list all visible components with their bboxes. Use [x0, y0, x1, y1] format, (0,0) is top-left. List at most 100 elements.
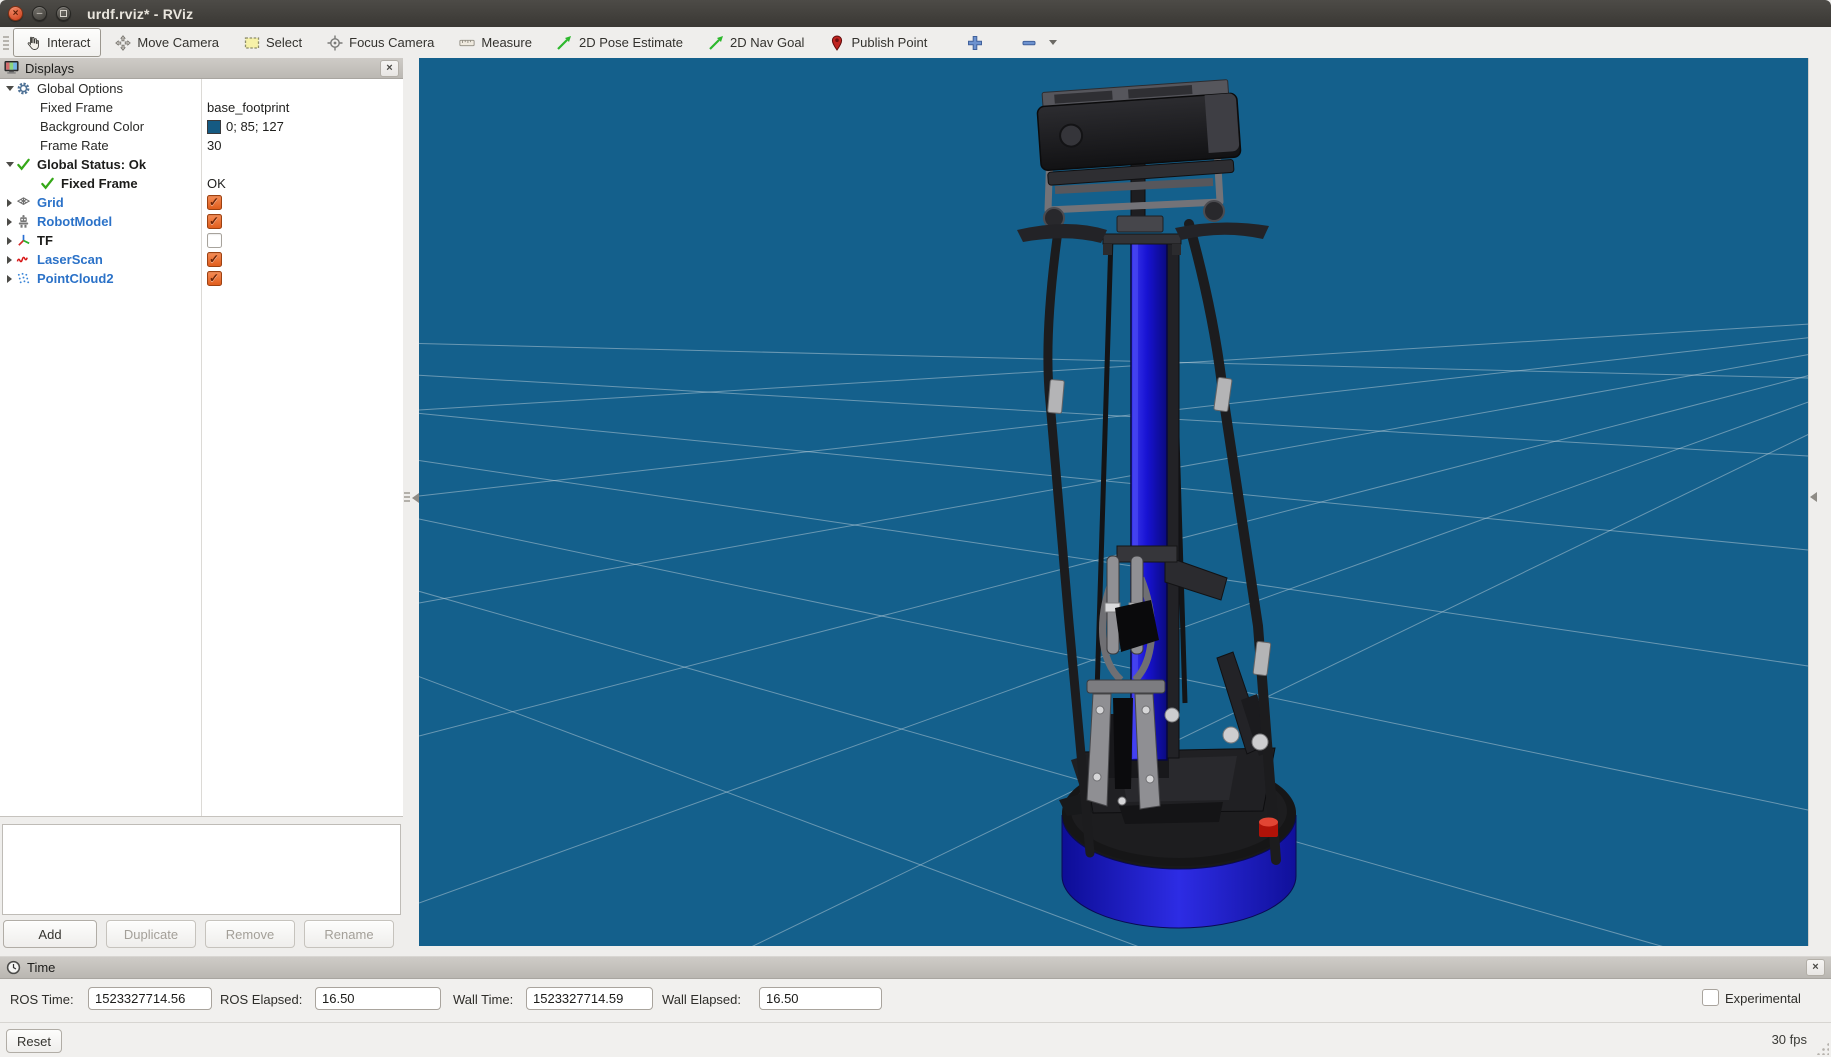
expander-collapsed-icon[interactable] [3, 218, 16, 226]
enabled-checkbox[interactable] [207, 195, 222, 210]
ros-time-input[interactable] [88, 987, 212, 1010]
tool-interact[interactable]: Interact [13, 28, 101, 57]
right-panel-splitter[interactable] [1808, 58, 1831, 946]
toolbar: Interact Move Camera SelectFocus CameraMea… [0, 27, 1831, 59]
property-value[interactable] [207, 231, 222, 250]
time-panel-title: Time [27, 960, 55, 975]
fps-counter: 30 fps [1772, 1032, 1807, 1047]
property-value[interactable] [207, 250, 222, 269]
display-row-grid[interactable]: Grid [0, 193, 403, 212]
collapse-arrow-icon [1810, 492, 1817, 502]
window-resize-grip[interactable] [1816, 1042, 1829, 1055]
enabled-checkbox[interactable] [207, 271, 222, 286]
display-name: Grid [37, 195, 64, 210]
display-row-tf[interactable]: TF [0, 231, 403, 250]
experimental-label: Experimental [1725, 991, 1801, 1006]
monitor-icon [4, 60, 20, 76]
time-panel-close-button[interactable]: × [1806, 959, 1825, 976]
grip-lines-icon [404, 492, 410, 504]
focus-icon [326, 34, 343, 51]
displays-panel-close-button[interactable]: × [380, 60, 399, 77]
property-value[interactable]: 0; 85; 127 [207, 117, 284, 136]
add-tool-button[interactable] [955, 29, 994, 57]
check-icon [40, 176, 57, 192]
expander-collapsed-icon[interactable] [3, 256, 16, 264]
tool-2d-nav-goal[interactable]: 2D Nav Goal [696, 29, 815, 57]
wall-elapsed-input[interactable] [759, 987, 882, 1010]
enabled-checkbox[interactable] [207, 214, 222, 229]
expander-collapsed-icon[interactable] [3, 199, 16, 207]
render-viewport-3d[interactable] [419, 58, 1808, 946]
toolbar-grip[interactable] [3, 36, 9, 50]
tool-label: Publish Point [851, 35, 927, 50]
color-swatch [207, 120, 221, 134]
maximize-window-button[interactable] [56, 6, 71, 21]
displays-panel-buttons: AddDuplicateRemoveRename [0, 915, 403, 948]
collapse-right-panel-handle[interactable] [1810, 492, 1817, 502]
tool-select[interactable]: Select [232, 29, 313, 57]
collapse-arrow-icon [412, 493, 419, 503]
display-row-frame-rate[interactable]: Frame Rate30 [0, 136, 403, 155]
display-row-global-options[interactable]: Global Options [0, 79, 403, 98]
tool-label: Move Camera [137, 35, 219, 50]
ros-elapsed-input[interactable] [315, 987, 441, 1010]
property-value[interactable]: 30 [207, 136, 221, 155]
minimize-window-button[interactable]: – [32, 6, 47, 21]
display-row-global-status-ok[interactable]: Global Status: Ok [0, 155, 403, 174]
display-name: TF [37, 233, 53, 248]
clock-icon [6, 960, 21, 975]
grid-icon [16, 195, 33, 211]
tf-icon [16, 233, 33, 249]
expander-collapsed-icon[interactable] [3, 275, 16, 283]
display-name: Fixed Frame [40, 100, 113, 115]
property-value[interactable]: base_footprint [207, 98, 289, 117]
collapse-left-panel-handle[interactable] [404, 492, 419, 504]
move-icon [114, 34, 131, 51]
check-icon [16, 157, 33, 173]
robot-icon [16, 214, 33, 230]
tool-measure[interactable]: Measure [447, 29, 543, 57]
tool-publish-point[interactable]: Publish Point [817, 29, 938, 57]
tree-help-splitter[interactable] [0, 817, 403, 824]
chevron-down-icon[interactable] [1049, 40, 1057, 45]
display-row-robotmodel[interactable]: RobotModel [0, 212, 403, 231]
property-value[interactable]: OK [207, 174, 226, 193]
enabled-checkbox[interactable] [207, 252, 222, 267]
tool-label: 2D Nav Goal [730, 35, 804, 50]
tool-focus-camera[interactable]: Focus Camera [315, 29, 445, 57]
tool-move-camera[interactable]: Move Camera [103, 29, 230, 57]
display-row-fixed-frame[interactable]: Fixed FrameOK [0, 174, 403, 193]
expander-collapsed-icon[interactable] [3, 237, 16, 245]
expander-expanded-icon[interactable] [3, 162, 16, 167]
remove-tool-button[interactable] [1009, 29, 1068, 57]
green-arrow-icon [707, 34, 724, 51]
close-window-button[interactable]: × [8, 6, 23, 21]
expander-expanded-icon[interactable] [3, 86, 16, 91]
pin-icon [828, 34, 845, 51]
enabled-checkbox[interactable] [207, 233, 222, 248]
remove-button: Remove [205, 920, 295, 948]
wall-time-input[interactable] [526, 987, 653, 1010]
property-value[interactable] [207, 193, 222, 212]
displays-tree: Global Options Fixed Frame base_footprintB… [0, 79, 403, 817]
measure-icon [458, 34, 475, 51]
ros-time-label: ROS Time: [10, 992, 74, 1007]
select-icon [243, 34, 260, 51]
window-title: urdf.rviz* - RViz [87, 6, 193, 22]
tool-2d-pose-estimate[interactable]: 2D Pose Estimate [545, 29, 694, 57]
display-name: Global Options [37, 81, 123, 96]
display-row-fixed-frame[interactable]: Fixed Frame base_footprint [0, 98, 403, 117]
time-panel: Time × Experimental ROS Time:ROS Elapsed… [0, 956, 1831, 1022]
left-panel-splitter[interactable] [403, 58, 419, 946]
display-row-laserscan[interactable]: LaserScan [0, 250, 403, 269]
displays-panel-header[interactable]: Displays × [0, 58, 403, 79]
display-row-background-color[interactable]: Background Color0; 85; 127 [0, 117, 403, 136]
reset-button[interactable]: Reset [6, 1029, 62, 1053]
property-value[interactable] [207, 212, 222, 231]
property-value[interactable] [207, 269, 222, 288]
experimental-checkbox[interactable] [1702, 989, 1719, 1006]
display-row-pointcloud2[interactable]: PointCloud2 [0, 269, 403, 288]
pointcloud-icon [16, 271, 33, 287]
add-button[interactable]: Add [3, 920, 97, 948]
time-panel-header[interactable]: Time × [0, 956, 1831, 979]
